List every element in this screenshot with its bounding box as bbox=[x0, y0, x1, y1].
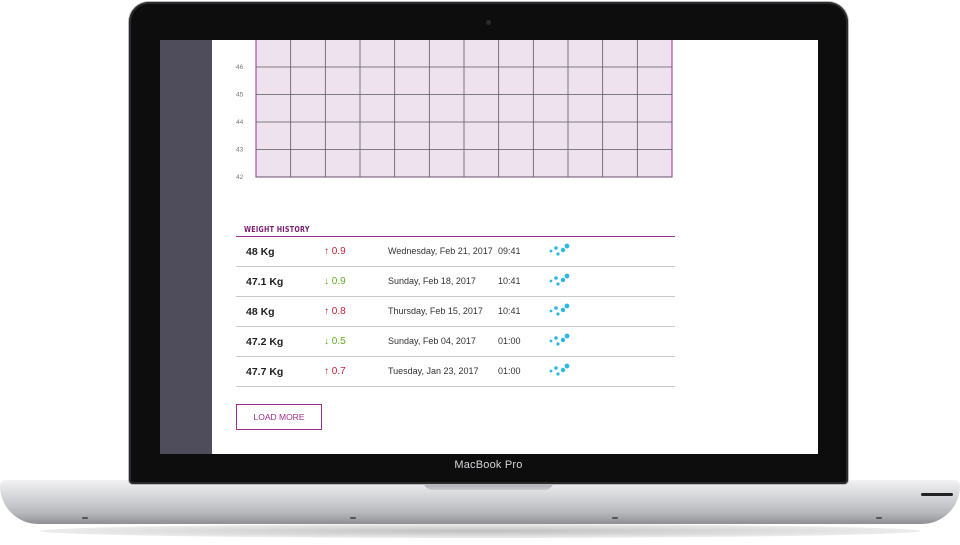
device-dots-icon bbox=[548, 273, 570, 290]
device-dots-icon bbox=[548, 243, 570, 260]
arrow-up-icon: ↑ bbox=[324, 306, 329, 317]
load-more-button[interactable]: LOAD MORE bbox=[236, 404, 322, 430]
section-title: WEIGHT HISTORY bbox=[244, 225, 310, 234]
entry-time: 10:41 bbox=[498, 306, 521, 316]
entry-time: 10:41 bbox=[498, 276, 521, 286]
laptop-foot bbox=[350, 517, 356, 519]
laptop-foot bbox=[876, 517, 882, 519]
table-row: 47.7 Kg ↑ 0.7 Tuesday, Jan 23, 2017 01:00 bbox=[236, 357, 675, 387]
entry-date: Tuesday, Jan 23, 2017 bbox=[388, 366, 479, 376]
entry-date: Wednesday, Feb 21, 2017 bbox=[388, 246, 493, 256]
table-row: 48 Kg ↑ 0.8 Thursday, Feb 15, 2017 10:41 bbox=[236, 297, 675, 327]
entry-date: Sunday, Feb 04, 2017 bbox=[388, 336, 476, 346]
laptop-lid: 46 45 44 43 42 WEIGHT HISTORY 48 Kg ↑ 0.9 Wedn… bbox=[129, 2, 848, 484]
weight-change-value: 0.9 bbox=[331, 276, 346, 287]
laptop-foot bbox=[612, 517, 618, 519]
weight-history-table: 48 Kg ↑ 0.9 Wednesday, Feb 21, 2017 09:41 47… bbox=[236, 236, 675, 387]
weight-chart: 46 45 44 43 42 bbox=[236, 40, 673, 181]
sidebar bbox=[160, 40, 212, 454]
entry-time: 01:00 bbox=[498, 336, 521, 346]
y-tick-label: 46 bbox=[236, 64, 244, 71]
y-tick-label: 43 bbox=[236, 147, 244, 154]
arrow-down-icon: ↓ bbox=[324, 336, 329, 347]
y-tick-label: 42 bbox=[236, 174, 244, 181]
device-dots-icon bbox=[548, 363, 570, 380]
weight-change-value: 0.5 bbox=[331, 336, 346, 347]
device-label: MacBook Pro bbox=[454, 459, 523, 471]
entry-time: 01:00 bbox=[498, 366, 521, 376]
weight-change-value: 0.7 bbox=[331, 366, 346, 377]
weight-change: ↑ 0.8 bbox=[324, 306, 346, 317]
laptop-latch bbox=[921, 493, 953, 496]
arrow-down-icon: ↓ bbox=[324, 276, 329, 287]
y-tick-label: 45 bbox=[236, 92, 244, 99]
laptop-shadow bbox=[40, 524, 920, 538]
weight-value: 48 Kg bbox=[246, 246, 275, 258]
weight-change: ↓ 0.9 bbox=[324, 276, 346, 287]
table-row: 47.1 Kg ↓ 0.9 Sunday, Feb 18, 2017 10:41 bbox=[236, 267, 675, 297]
arrow-up-icon: ↑ bbox=[324, 246, 329, 257]
device-dots-icon bbox=[548, 303, 570, 320]
weight-change-value: 0.9 bbox=[331, 246, 346, 257]
arrow-up-icon: ↑ bbox=[324, 366, 329, 377]
entry-date: Thursday, Feb 15, 2017 bbox=[388, 306, 483, 316]
table-row: 47.2 Kg ↓ 0.5 Sunday, Feb 04, 2017 01:00 bbox=[236, 327, 675, 357]
weight-value: 48 Kg bbox=[246, 306, 275, 318]
weight-value: 47.2 Kg bbox=[246, 336, 284, 348]
table-row: 48 Kg ↑ 0.9 Wednesday, Feb 21, 2017 09:41 bbox=[236, 237, 675, 267]
weight-change: ↓ 0.5 bbox=[324, 336, 346, 347]
camera-icon bbox=[486, 20, 491, 25]
entry-time: 09:41 bbox=[498, 246, 521, 256]
weight-value: 47.7 Kg bbox=[246, 366, 284, 378]
device-dots-icon bbox=[548, 333, 570, 350]
entry-date: Sunday, Feb 18, 2017 bbox=[388, 276, 476, 286]
screen: 46 45 44 43 42 WEIGHT HISTORY 48 Kg ↑ 0.9 Wedn… bbox=[160, 40, 818, 454]
weight-change-value: 0.8 bbox=[331, 306, 346, 317]
y-tick-label: 44 bbox=[236, 119, 244, 126]
laptop-foot bbox=[82, 517, 88, 519]
weight-value: 47.1 Kg bbox=[246, 276, 284, 288]
weight-change: ↑ 0.7 bbox=[324, 366, 346, 377]
weight-change: ↑ 0.9 bbox=[324, 246, 346, 257]
